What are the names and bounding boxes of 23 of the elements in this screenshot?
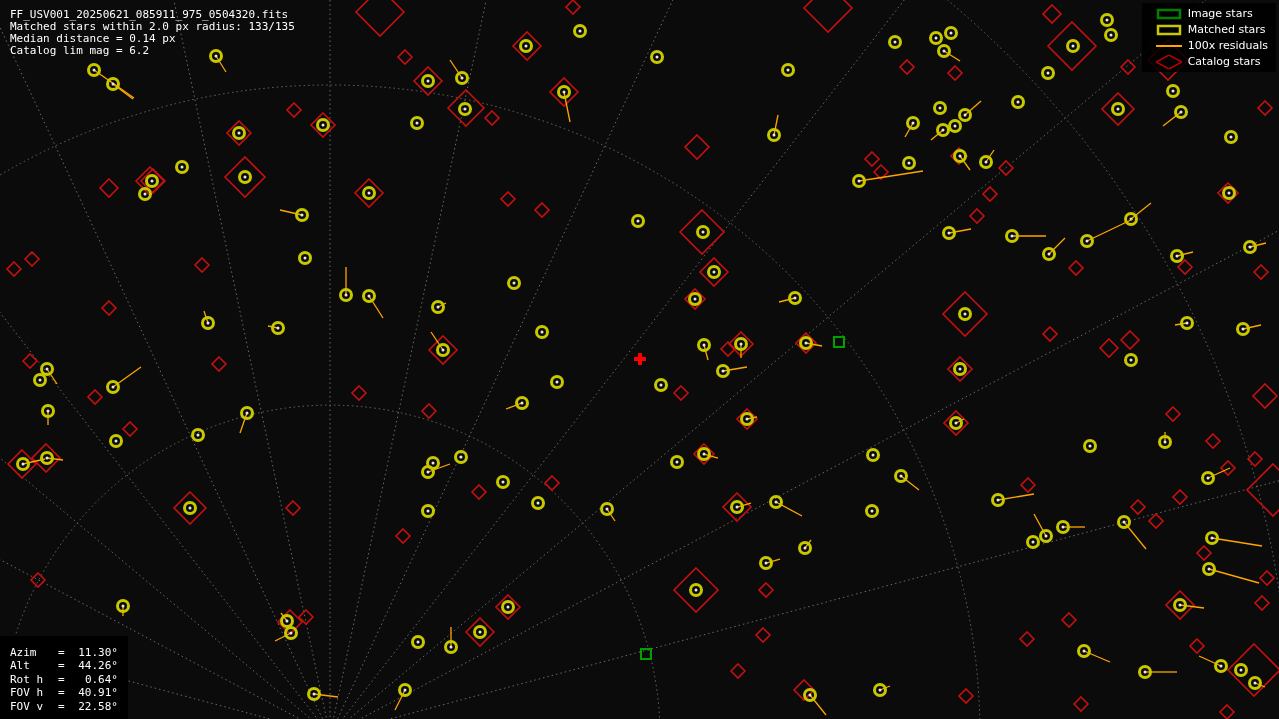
- parameter-value: 44.26°: [77, 659, 118, 673]
- parameter-value: 22.58°: [77, 699, 118, 713]
- parameter-label: FOV v: [10, 699, 45, 713]
- parameter-label: FOV h: [10, 686, 45, 700]
- parameter-value: 11.30°: [77, 645, 118, 659]
- legend-label: 100x residuals: [1187, 39, 1268, 52]
- equals-sign: =: [58, 672, 66, 686]
- parameter-label: Rot h: [10, 672, 45, 686]
- legend-label: Image stars: [1187, 7, 1253, 20]
- info-text: Median distance = 0.14 px: [10, 33, 177, 45]
- equals-sign: =: [58, 686, 66, 700]
- info-text: FF_USV001_20250621_085911_975_0504320.fits: [10, 9, 290, 21]
- parameter-value: 40.91°: [77, 686, 118, 700]
- parameter-value: 0.64°: [83, 672, 118, 686]
- legend-label: Matched stars: [1187, 23, 1266, 36]
- legend-label: Catalog stars: [1187, 55, 1261, 68]
- info-text: Catalog lim mag = 6.2: [10, 45, 151, 57]
- parameter-label: Azim: [10, 645, 38, 659]
- equals-sign: =: [58, 659, 66, 673]
- equals-sign: =: [58, 645, 66, 659]
- equals-sign: =: [58, 699, 66, 713]
- info-text: Matched stars within 2.0 px radius: 133/135: [10, 21, 295, 33]
- parameter-label: Alt: [10, 659, 31, 673]
